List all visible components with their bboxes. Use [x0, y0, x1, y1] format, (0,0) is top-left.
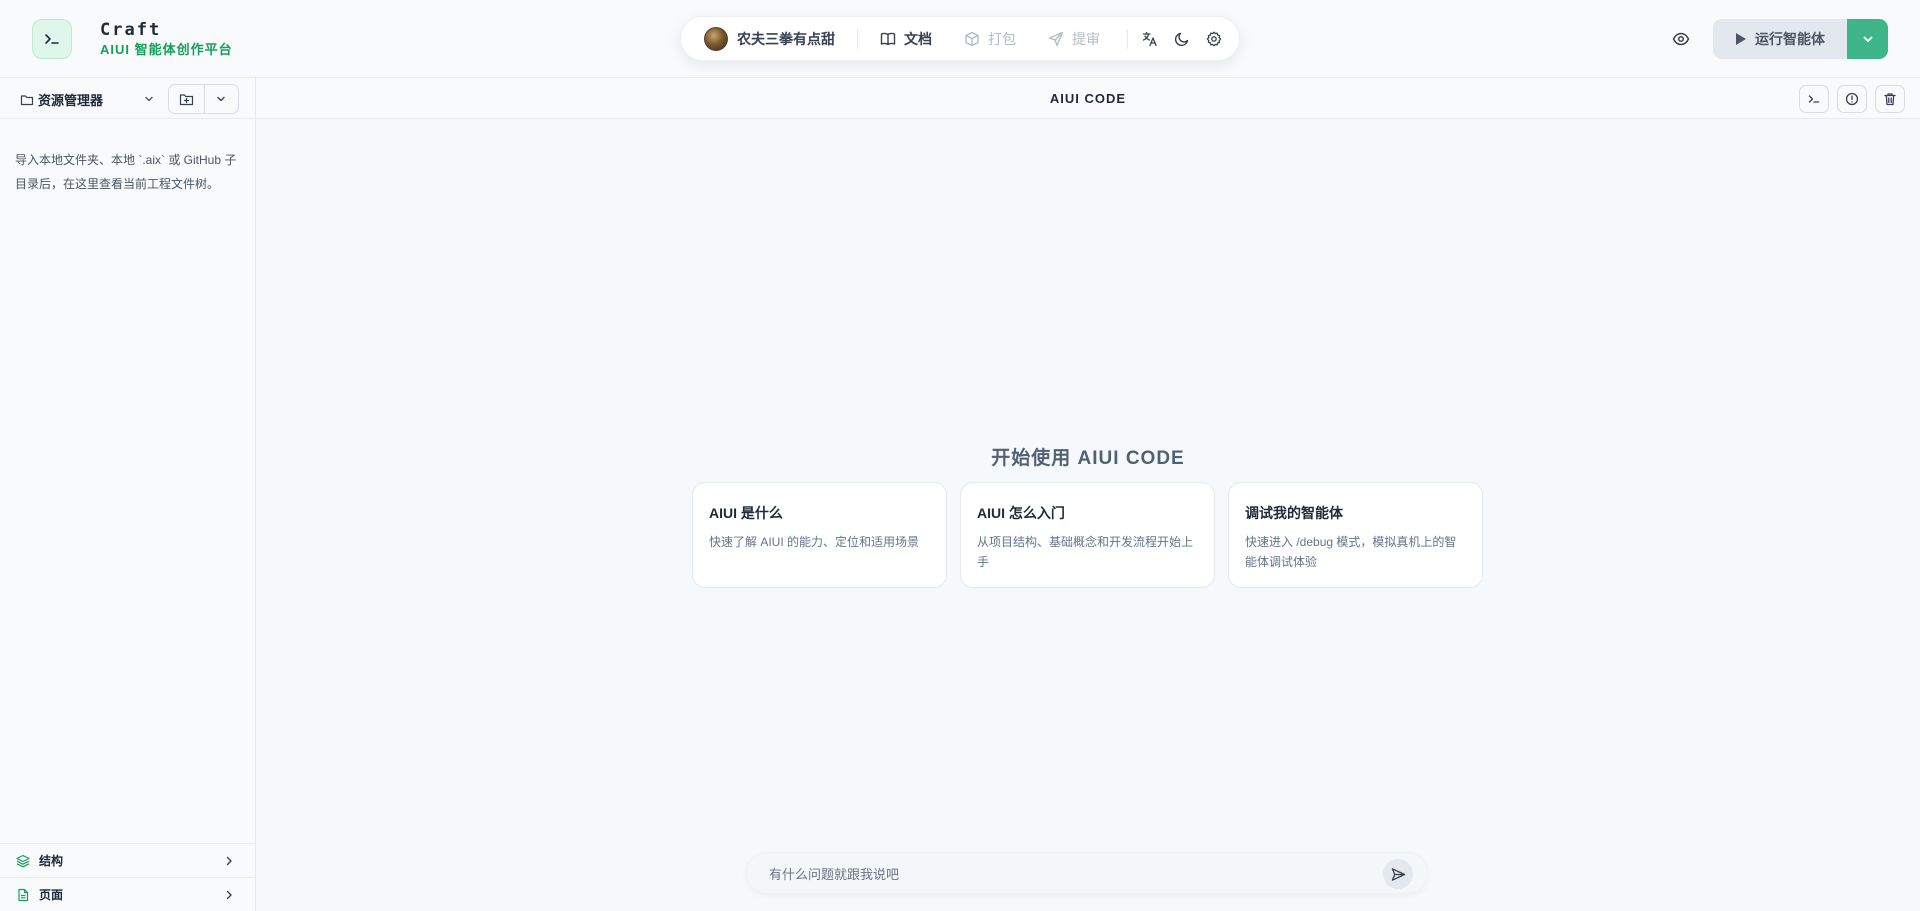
play-icon [1736, 33, 1746, 45]
explorer-actions [168, 84, 239, 114]
send-icon [1391, 867, 1405, 881]
import-folder-button[interactable] [169, 85, 204, 113]
terminal-logo-icon [32, 19, 72, 59]
sidebar-section-structure[interactable]: 结构 [0, 843, 255, 877]
card-title: 调试我的智能体 [1245, 505, 1343, 521]
submit-label: 提审 [1072, 30, 1100, 47]
run-agent-label: 运行智能体 [1755, 31, 1825, 47]
import-options-dropdown[interactable] [203, 85, 239, 113]
package-icon [965, 31, 979, 46]
chevron-right-icon [223, 889, 235, 901]
chat-input-bar [746, 852, 1428, 894]
editor-header: AIUI CODE [256, 78, 1920, 119]
brand[interactable]: Craft AIUI 智能体创作平台 [32, 19, 233, 59]
translate-icon[interactable] [1140, 29, 1160, 49]
chat-input[interactable] [769, 863, 1359, 885]
layers-icon [16, 854, 30, 868]
editor-actions [1791, 85, 1905, 113]
explorer-label: 资源管理器 [38, 93, 104, 108]
book-icon [880, 32, 896, 45]
terminal-button[interactable] [1799, 85, 1829, 113]
terminal-icon [1808, 95, 1820, 103]
chevron-down-icon [1863, 36, 1872, 42]
top-header: Craft AIUI 智能体创作平台 农夫三拳有点甜 文档 打包 提审 运行智能… [0, 0, 1920, 78]
card-title: AIUI 怎么入门 [977, 505, 1065, 521]
card-description: 从项目结构、基础概念和开发流程开始上手 [977, 535, 1194, 569]
folder-plus-icon [179, 93, 193, 105]
card-title: AIUI 是什么 [709, 505, 783, 521]
suggestion-cards: AIUI 是什么 快速了解 AIUI 的能力、定位和适用场景 AIUI 怎么入门… [692, 482, 1483, 588]
info-icon [1845, 92, 1859, 106]
explorer-selector[interactable]: 资源管理器 [20, 90, 103, 109]
app-subtitle: AIUI 智能体创作平台 [100, 41, 233, 57]
chevron-down-icon [217, 96, 225, 102]
avatar [704, 26, 728, 51]
sidebar-section-label: 页面 [39, 888, 64, 902]
welcome-heading: 开始使用 AIUI CODE [991, 448, 1185, 469]
preview-eye-icon[interactable] [1671, 29, 1691, 49]
sidebar-section-label: 结构 [39, 854, 64, 868]
card-description: 快速进入 /debug 模式，模拟真机上的智能体调试体验 [1245, 535, 1457, 569]
suggestion-card[interactable]: 调试我的智能体 快速进入 /debug 模式，模拟真机上的智能体调试体验 [1228, 482, 1483, 588]
sidebar-section-pages[interactable]: 页面 [0, 877, 255, 911]
chevron-right-icon [223, 855, 235, 867]
run-agent-group: 运行智能体 [1713, 19, 1888, 59]
moon-icon[interactable] [1172, 29, 1192, 49]
toolbar-divider [857, 28, 858, 49]
delete-button[interactable] [1875, 85, 1905, 113]
toolbar-divider [1127, 28, 1128, 49]
send-icon [1048, 31, 1064, 46]
empty-tree-hint: 导入本地文件夹、本地 `.aix` 或 GitHub 子目录后，在这里查看当前工… [15, 153, 237, 191]
docs-button[interactable]: 文档 [880, 29, 932, 49]
run-options-dropdown[interactable] [1847, 19, 1888, 59]
file-explorer-sidebar: 资源管理器 导入本地文件夹、本地 `.aix` 或 GitHub 子目录后，在这… [0, 78, 256, 911]
suggestion-card[interactable]: AIUI 怎么入门 从项目结构、基础概念和开发流程开始上手 [960, 482, 1215, 588]
explorer-toolbar: 资源管理器 [0, 78, 255, 119]
user-name: 农夫三拳有点甜 [737, 30, 835, 47]
page-title: AIUI CODE [1049, 91, 1127, 106]
card-description: 快速了解 AIUI 的能力、定位和适用场景 [709, 535, 920, 549]
pack-label: 打包 [988, 30, 1016, 47]
send-button[interactable] [1383, 859, 1413, 889]
top-toolbar: 农夫三拳有点甜 文档 打包 提审 [680, 16, 1240, 61]
trash-icon [1884, 93, 1896, 106]
user-profile[interactable]: 农夫三拳有点甜 [704, 26, 835, 51]
info-button[interactable] [1837, 85, 1867, 113]
chevron-down-icon[interactable] [143, 92, 155, 110]
app-title: Craft [100, 19, 162, 40]
submit-review-button[interactable]: 提审 [1048, 29, 1100, 49]
suggestion-card[interactable]: AIUI 是什么 快速了解 AIUI 的能力、定位和适用场景 [692, 482, 947, 588]
folder-icon [20, 94, 34, 105]
run-agent-button[interactable]: 运行智能体 [1713, 19, 1847, 59]
docs-label: 文档 [904, 30, 932, 47]
gear-icon[interactable] [1204, 29, 1224, 49]
file-icon [16, 888, 30, 902]
pack-button[interactable]: 打包 [964, 29, 1016, 49]
